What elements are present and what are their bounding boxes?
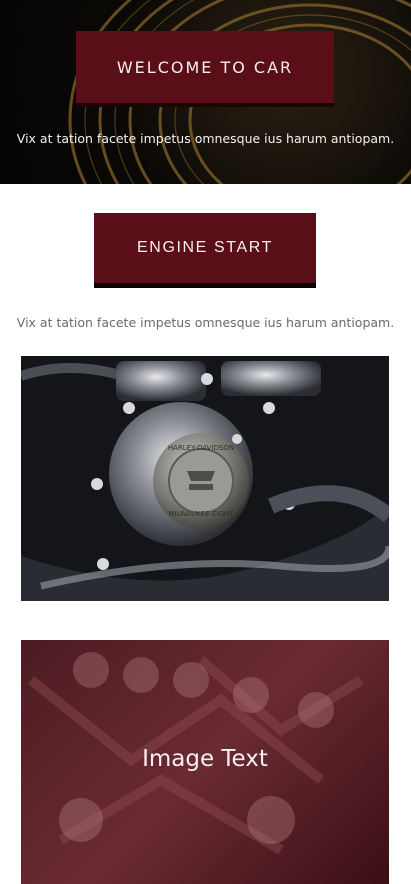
hero-description: Vix at tation facete impetus omnesque iu… <box>16 131 395 146</box>
hero-banner: WELCOME TO CAR Vix at tation facete impe… <box>0 0 411 184</box>
engine-illustration: HARLEY-DAVIDSON MILWAUKEE-EIGHT <box>21 356 389 601</box>
engine-start-button[interactable]: ENGINE START <box>94 213 316 283</box>
emblem-text-top: HARLEY-DAVIDSON <box>168 444 234 452</box>
hero-title: WELCOME TO CAR <box>76 31 334 103</box>
engine-image: HARLEY-DAVIDSON MILWAUKEE-EIGHT <box>21 356 389 601</box>
content-description: Vix at tation facete impetus omnesque iu… <box>16 315 395 330</box>
image-text-card: Image Text <box>21 640 389 884</box>
emblem-text-bottom: MILWAUKEE-EIGHT <box>168 510 234 518</box>
image-text-label: Image Text <box>142 746 268 772</box>
